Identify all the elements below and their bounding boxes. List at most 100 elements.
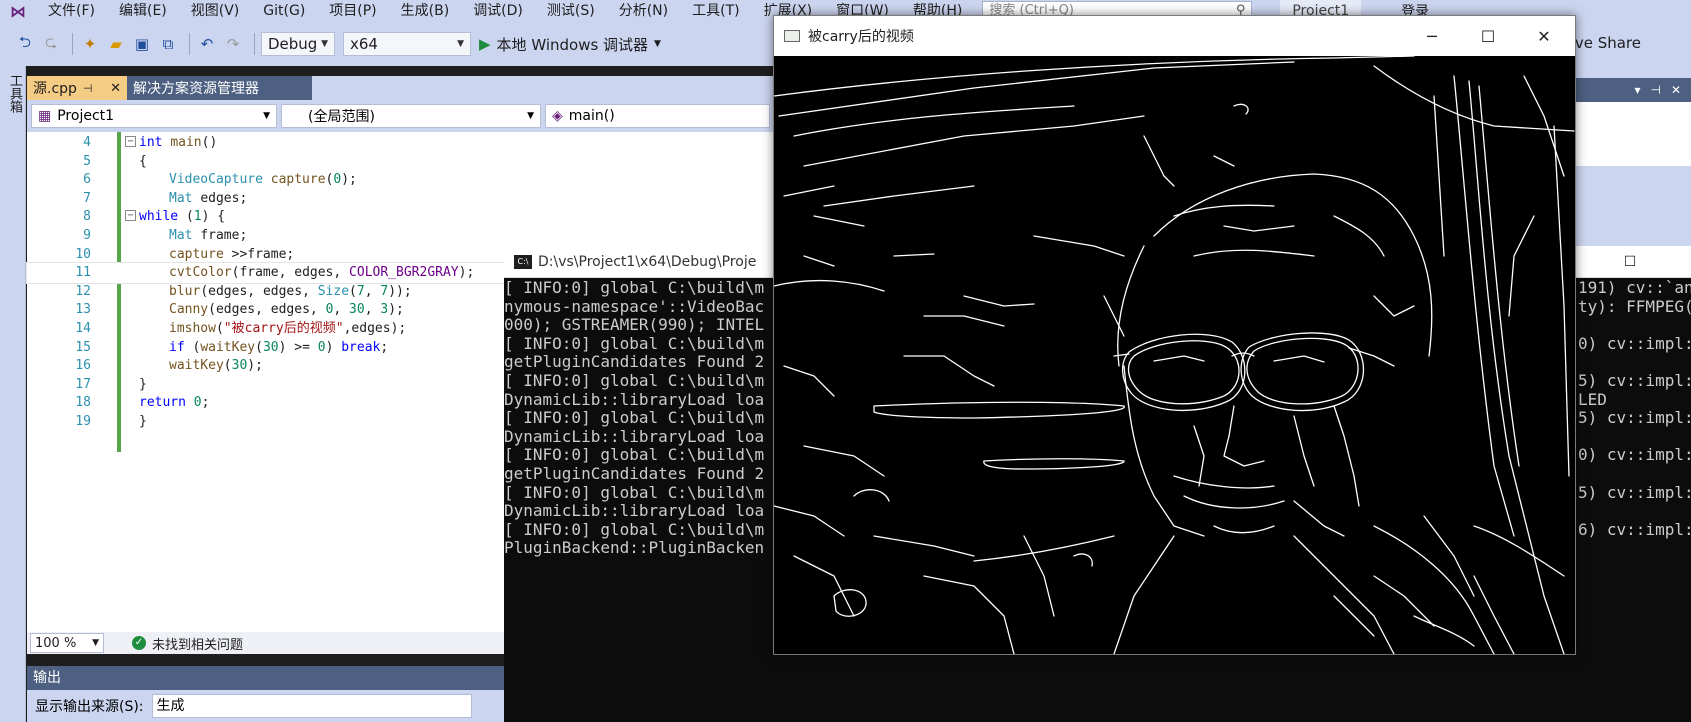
line-number: 12 (75, 283, 91, 299)
chevron-down-icon: ▼ (527, 111, 534, 121)
console-line: 0) cv::impl: (1578, 333, 1691, 353)
toolbar-divider (254, 33, 255, 55)
menu-build[interactable]: 生成(B) (389, 0, 462, 22)
chevron-down-icon: ▼ (263, 111, 270, 121)
console-output-right: 191) cv::`an ty): FFMPEG( 0) cv::impl: 5)… (1578, 278, 1691, 557)
line-number: 8 (83, 209, 91, 225)
console-title: D:\vs\Project1\x64\Debug\Proje (538, 253, 757, 270)
open-file-icon[interactable]: ▰ (105, 33, 127, 55)
toolbar-divider (72, 33, 73, 55)
menu-tools[interactable]: 工具(T) (680, 0, 751, 22)
start-debugging-button[interactable]: ▶ 本地 Windows 调试器 ▼ (479, 34, 661, 55)
minimize-icon[interactable]: ─ (1404, 16, 1460, 56)
menu-edit[interactable]: 编辑(E) (107, 0, 179, 22)
code-line[interactable]: 4 − int main() (27, 133, 777, 153)
configuration-value: Debug (268, 35, 318, 53)
code-text: Canny(edges, edges, 0, 30, 3); (169, 302, 404, 318)
start-debugging-label: 本地 Windows 调试器 (496, 35, 649, 54)
menu-analyze[interactable]: 分析(N) (607, 0, 680, 22)
code-text: return 0; (139, 395, 210, 411)
project-icon: ▦ (38, 108, 52, 124)
redo-icon[interactable]: ↷ (222, 33, 244, 55)
tab-label: 源.cpp (33, 81, 77, 97)
platform-value: x64 (350, 35, 378, 53)
issues-text: 未找到相关问题 (152, 637, 244, 653)
tab-label: 解决方案资源管理器 (133, 81, 259, 97)
close-icon[interactable]: ✕ (110, 81, 121, 96)
menu-debug[interactable]: 调试(D) (461, 0, 535, 22)
back-icon[interactable]: ⮌ (14, 33, 36, 55)
menu-test[interactable]: 测试(S) (535, 0, 607, 22)
member-dropdown-value: main() (568, 108, 615, 124)
console-line: 5) cv::impl: (1578, 370, 1691, 390)
code-line[interactable]: 5{ (27, 152, 777, 172)
line-number: 4 (83, 135, 91, 150)
toolbox-strip[interactable]: 工具箱 (0, 66, 26, 722)
console-app-icon: C:\ (514, 254, 532, 269)
code-text: if (waitKey(30) >= 0) break; (169, 339, 389, 355)
check-icon: ✓ (132, 636, 146, 650)
menu-view[interactable]: 视图(V) (179, 0, 252, 22)
member-dropdown[interactable]: ◈ main() (545, 104, 770, 128)
undo-icon[interactable]: ↶ (196, 33, 218, 55)
save-all-icon[interactable]: ⧉ (157, 33, 179, 55)
console-line: 0) cv::impl: (1578, 445, 1691, 465)
line-number: 5 (83, 153, 91, 169)
save-icon[interactable]: ▣ (131, 33, 153, 55)
chevron-down-icon[interactable]: ▾ (1634, 83, 1640, 97)
line-number: 15 (75, 339, 91, 355)
maximize-icon[interactable]: ☐ (1460, 16, 1516, 56)
line-number: 9 (83, 228, 91, 243)
collapse-icon[interactable]: − (125, 136, 136, 147)
window-app-icon (784, 30, 800, 42)
scope-dropdown[interactable]: (全局范围) ▼ (281, 104, 541, 128)
menu-project[interactable]: 项目(P) (317, 0, 388, 22)
line-number: 14 (75, 321, 91, 336)
line-number: 18 (75, 395, 91, 411)
new-project-icon[interactable]: ✦ (79, 33, 101, 55)
pin-icon[interactable]: ⊣ (1650, 83, 1660, 97)
pin-icon[interactable]: ⊣ (83, 82, 93, 95)
menu-git[interactable]: Git(G) (251, 0, 317, 22)
zoom-select[interactable]: 100 % ▼ (30, 633, 104, 653)
right-panel-header: ▾ ⊣ ✕ (1575, 78, 1691, 102)
output-source-value: 生成 (156, 698, 185, 714)
platform-select[interactable]: x64 ▼ (343, 32, 471, 56)
code-line[interactable]: 8 − while (1) { (27, 207, 777, 227)
edge-drawing (774, 56, 1575, 654)
code-text: } (139, 376, 147, 392)
close-icon[interactable]: ✕ (1516, 16, 1572, 56)
close-icon[interactable]: ✕ (1671, 83, 1681, 97)
forward-icon[interactable]: ⮎ (40, 33, 62, 55)
image-window[interactable]: 被carry后的视频 ─ ☐ ✕ (773, 15, 1576, 655)
issues-indicator[interactable]: ✓ 未找到相关问题 (132, 634, 243, 653)
navigation-bar: ▦ Project1 ▼ (全局范围) ▼ ◈ main() (27, 100, 777, 132)
tab-solution-explorer[interactable]: 解决方案资源管理器 (127, 76, 312, 100)
configuration-select[interactable]: Debug ▼ (261, 32, 335, 56)
collapse-icon[interactable]: − (125, 210, 136, 222)
code-text: } (139, 414, 147, 429)
visual-studio-logo-icon[interactable]: ⋈ (0, 0, 36, 22)
code-line[interactable]: 9 Mat frame; (27, 226, 777, 246)
console-line: 5) cv::impl: (1578, 408, 1691, 428)
console-line: 191) cv::`an (1578, 278, 1691, 297)
code-line[interactable]: 7 Mat edges; (27, 189, 777, 209)
code-text: { (139, 153, 147, 169)
project-dropdown-value: Project1 (57, 108, 115, 124)
project-dropdown[interactable]: ▦ Project1 ▼ (31, 104, 277, 128)
console-line: LED (1578, 389, 1607, 409)
output-source-select[interactable]: 生成 (151, 694, 472, 718)
menu-file[interactable]: 文件(F) (36, 0, 107, 22)
code-line[interactable]: 6 VideoCapture capture(0); (27, 170, 777, 190)
tab-source-cpp[interactable]: 源.cpp ⊣ ✕ (27, 76, 127, 100)
code-text: Mat frame; (169, 228, 248, 243)
code-text: Mat edges; (169, 190, 248, 206)
maximize-icon[interactable]: ☐ (1607, 246, 1653, 278)
code-text: int main() (139, 135, 218, 150)
chevron-down-icon: ▼ (457, 39, 464, 49)
